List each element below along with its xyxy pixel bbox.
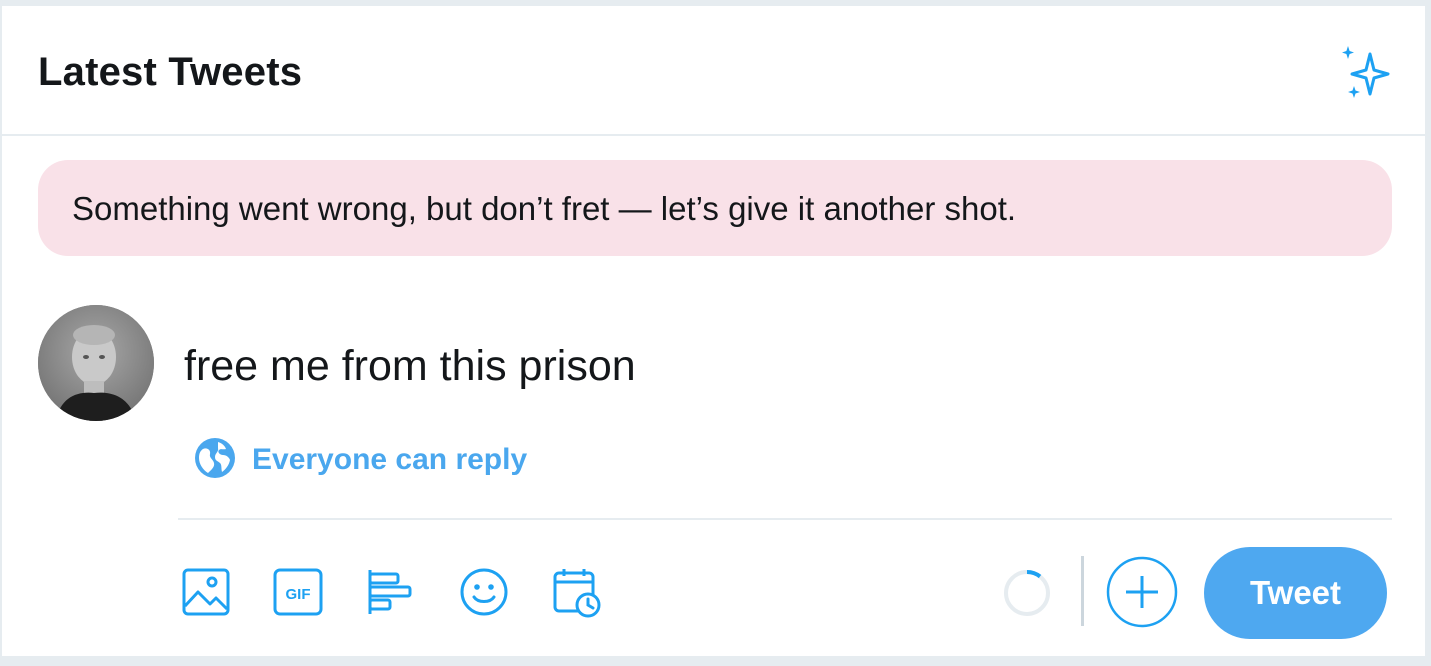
tweet-compose-input[interactable] xyxy=(184,340,1364,392)
reply-setting-label: Everyone can reply xyxy=(252,443,528,476)
error-banner: Something went wrong, but don’t fret — l… xyxy=(38,160,1392,256)
gif-icon[interactable]: GIF xyxy=(272,566,324,618)
add-tweet-button[interactable] xyxy=(1106,556,1178,628)
error-message: Something went wrong, but don’t fret — l… xyxy=(72,190,1017,227)
globe-icon xyxy=(194,437,236,484)
emoji-icon[interactable] xyxy=(458,566,510,618)
poll-icon[interactable] xyxy=(364,566,416,618)
schedule-icon[interactable] xyxy=(550,566,602,618)
latest-tweets-panel: Latest Tweets Something went wrong, but … xyxy=(0,4,1427,658)
panel-header: Latest Tweets xyxy=(2,6,1425,136)
character-count-ring xyxy=(1002,568,1052,618)
tweet-button[interactable]: Tweet xyxy=(1204,547,1387,639)
gif-label: GIF xyxy=(286,586,311,603)
sparkle-icon[interactable] xyxy=(1336,44,1392,100)
avatar[interactable] xyxy=(38,305,154,421)
image-icon[interactable] xyxy=(180,566,232,618)
divider xyxy=(178,518,1392,520)
toolbar-separator xyxy=(1081,556,1084,626)
page-title: Latest Tweets xyxy=(38,50,303,94)
reply-setting-button[interactable]: Everyone can reply xyxy=(194,437,528,484)
